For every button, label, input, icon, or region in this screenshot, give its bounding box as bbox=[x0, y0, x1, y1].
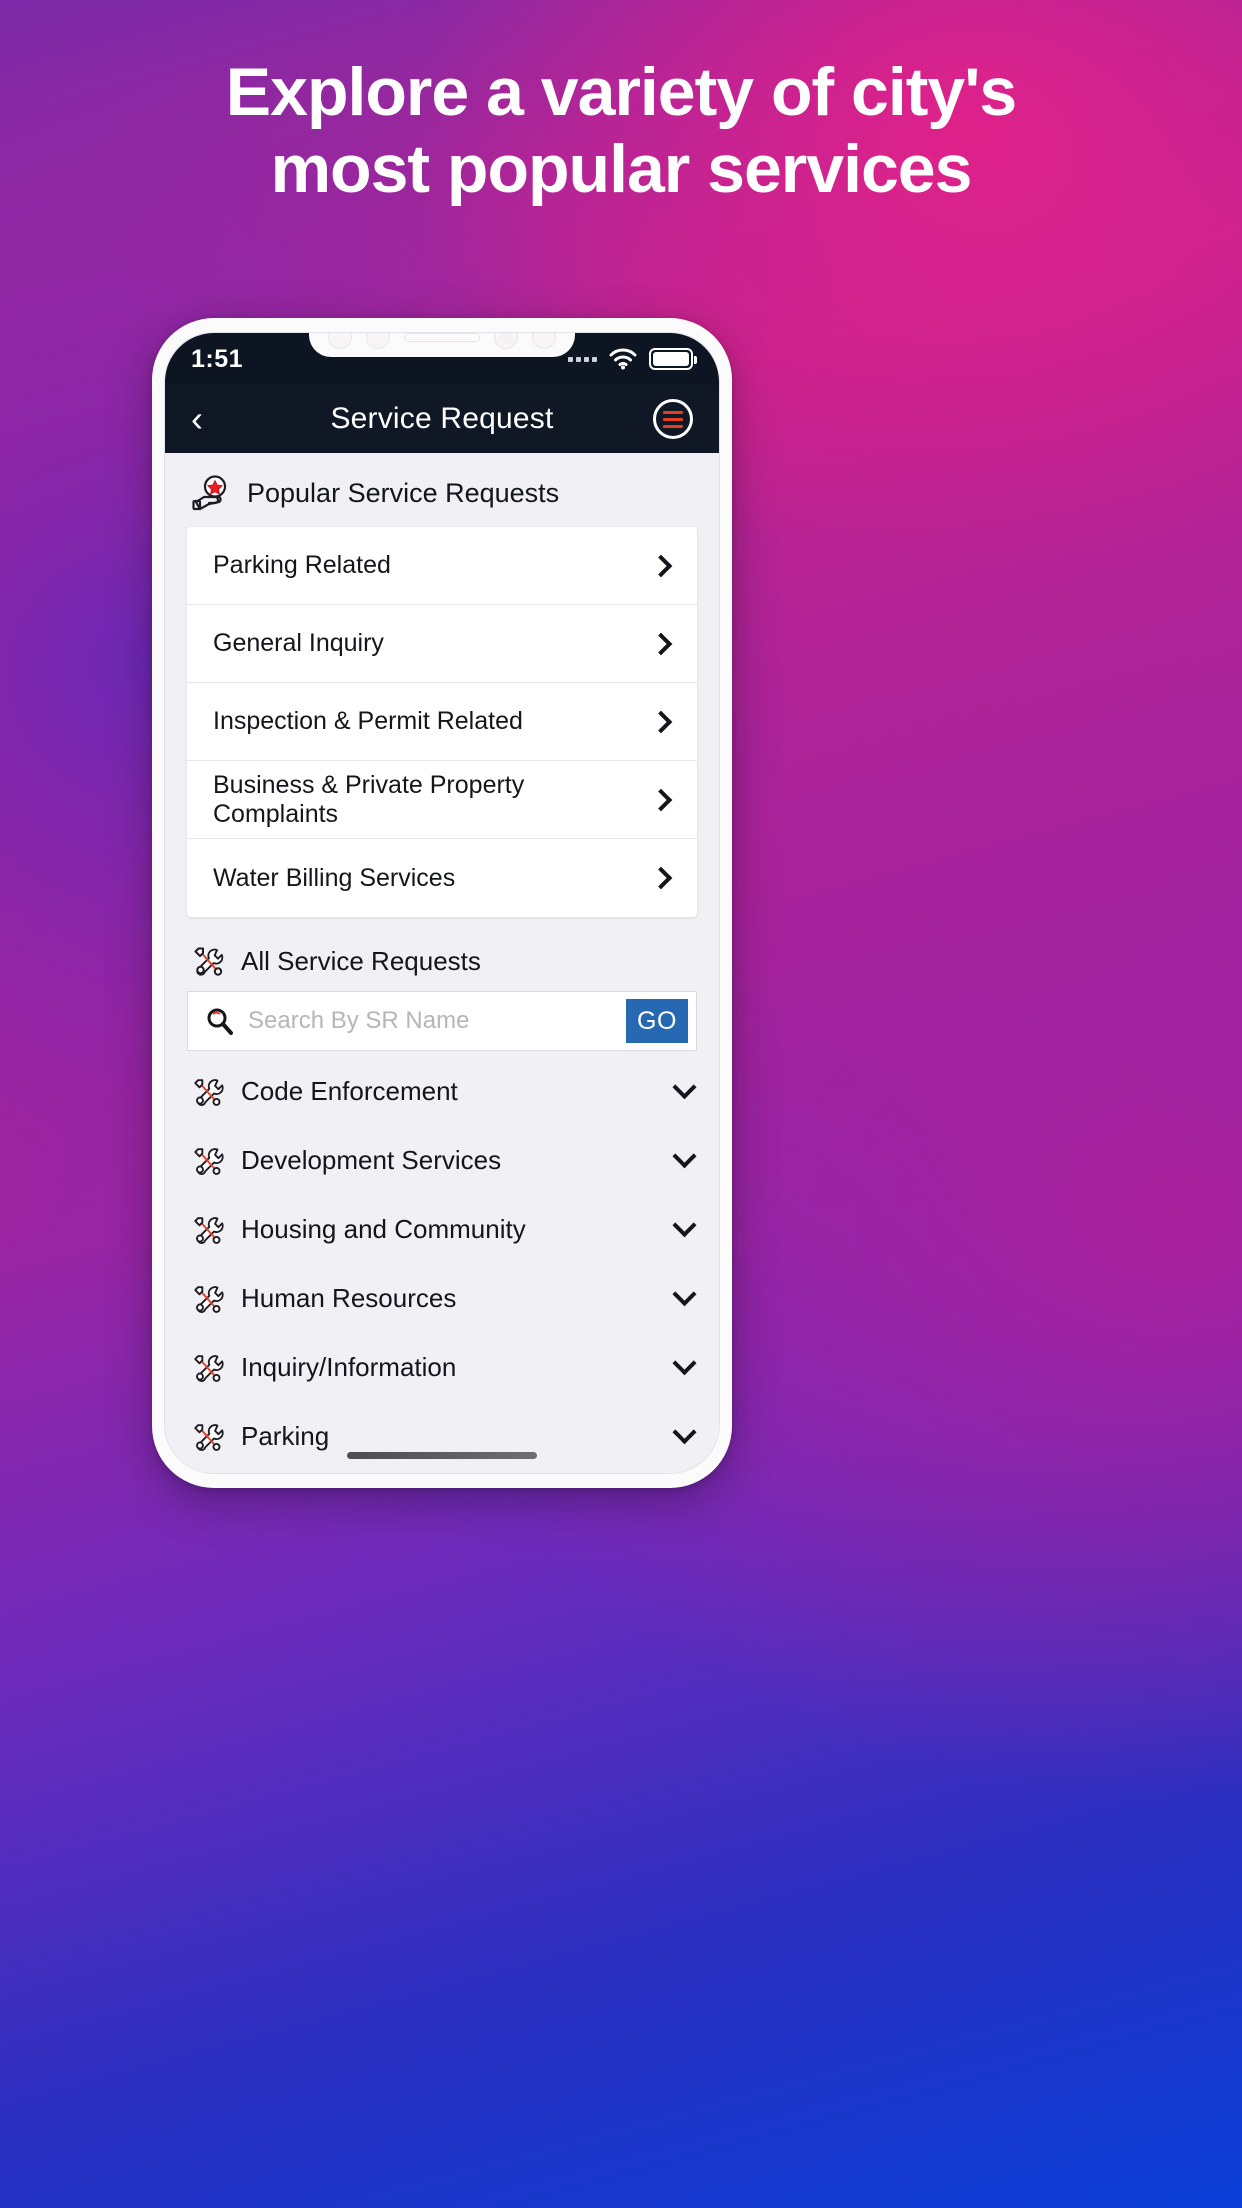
list-item[interactable]: General Inquiry bbox=[187, 605, 697, 683]
search-bar: GO bbox=[187, 991, 697, 1051]
chevron-down-icon bbox=[672, 1282, 697, 1307]
chevron-down-icon bbox=[672, 1075, 697, 1100]
phone-mockup: 1:51 ‹ Service Request Popular Service R… bbox=[152, 318, 732, 1488]
front-camera-icon bbox=[494, 333, 518, 349]
tools-icon bbox=[191, 943, 227, 979]
sensor-icon bbox=[532, 333, 556, 349]
search-input[interactable] bbox=[248, 1007, 626, 1035]
tools-icon bbox=[191, 1282, 225, 1316]
list-item[interactable]: Business & Private Property Complaints bbox=[187, 761, 697, 839]
popular-requests-card: Parking Related General Inquiry Inspecti… bbox=[187, 527, 697, 917]
status-time: 1:51 bbox=[191, 344, 244, 373]
category-label: Code Enforcement bbox=[241, 1076, 458, 1106]
status-icons bbox=[568, 348, 697, 370]
chevron-down-icon bbox=[672, 1351, 697, 1376]
signal-dots-icon bbox=[568, 356, 597, 362]
chevron-right-icon bbox=[649, 866, 673, 890]
list-item-label: Inspection & Permit Related bbox=[213, 707, 523, 735]
popular-section-header: Popular Service Requests bbox=[165, 453, 719, 527]
page-title: Explore a variety of city's most popular… bbox=[225, 54, 1017, 207]
all-section-header: All Service Requests bbox=[165, 917, 719, 991]
search-icon bbox=[204, 1006, 234, 1036]
category-label: Parking bbox=[241, 1421, 330, 1451]
category-label: Human Resources bbox=[241, 1283, 457, 1313]
wifi-icon bbox=[609, 348, 637, 370]
tools-icon bbox=[191, 1213, 225, 1247]
chevron-right-icon bbox=[649, 788, 673, 811]
tools-icon bbox=[191, 1075, 225, 1109]
all-section-title: All Service Requests bbox=[241, 945, 481, 976]
home-indicator[interactable] bbox=[347, 1452, 537, 1459]
screen-title: Service Request bbox=[330, 402, 554, 435]
chevron-right-icon bbox=[649, 554, 673, 577]
chevron-down-icon bbox=[672, 1144, 697, 1169]
chevron-right-icon bbox=[649, 710, 673, 733]
category-row[interactable]: Parking bbox=[165, 1402, 719, 1471]
list-item[interactable]: Inspection & Permit Related bbox=[187, 683, 697, 761]
category-row[interactable]: Human Resources bbox=[165, 1264, 719, 1333]
screen-content: Popular Service Requests Parking Related… bbox=[165, 453, 719, 1473]
category-row[interactable]: Parks and Recreation bbox=[165, 1471, 719, 1473]
list-item-label: Parking Related bbox=[213, 551, 391, 579]
phone-notch bbox=[309, 333, 575, 357]
battery-full-icon bbox=[649, 348, 697, 370]
search-go-button[interactable]: GO bbox=[626, 999, 688, 1043]
category-label: Housing and Community bbox=[241, 1214, 526, 1244]
category-row[interactable]: Development Services bbox=[165, 1126, 719, 1195]
speaker-grill bbox=[404, 333, 480, 342]
popular-section-title: Popular Service Requests bbox=[247, 477, 560, 508]
category-row[interactable]: Housing and Community bbox=[165, 1195, 719, 1264]
status-bar: 1:51 bbox=[165, 333, 719, 385]
list-item-label: Water Billing Services bbox=[213, 863, 456, 892]
category-row[interactable]: Code Enforcement bbox=[165, 1057, 719, 1126]
tools-icon bbox=[191, 1351, 225, 1385]
chevron-right-icon bbox=[649, 632, 673, 655]
chevron-down-icon bbox=[672, 1213, 697, 1238]
tools-icon bbox=[191, 1144, 225, 1178]
hamburger-menu-icon[interactable] bbox=[653, 399, 693, 439]
sensor-icon bbox=[328, 333, 352, 349]
sensor-icon bbox=[366, 333, 390, 349]
chevron-down-icon bbox=[672, 1420, 697, 1445]
category-label: Development Services bbox=[241, 1145, 502, 1175]
category-row[interactable]: Inquiry/Information bbox=[165, 1333, 719, 1402]
list-item[interactable]: Parking Related bbox=[187, 527, 697, 605]
chevron-left-icon[interactable]: ‹ bbox=[191, 401, 231, 437]
phone-screen: 1:51 ‹ Service Request Popular Service R… bbox=[164, 332, 720, 1474]
list-item-label: Business & Private Property Complaints bbox=[213, 770, 525, 828]
tools-icon bbox=[191, 1420, 225, 1454]
list-item[interactable]: Water Billing Services bbox=[187, 839, 697, 917]
category-label: Inquiry/Information bbox=[241, 1352, 457, 1382]
service-category-list: Code Enforcement Development Services Ho… bbox=[165, 1051, 719, 1473]
navigation-bar: ‹ Service Request bbox=[165, 385, 719, 453]
hand-holding-star-icon bbox=[191, 475, 231, 511]
list-item-label: General Inquiry bbox=[213, 629, 384, 657]
